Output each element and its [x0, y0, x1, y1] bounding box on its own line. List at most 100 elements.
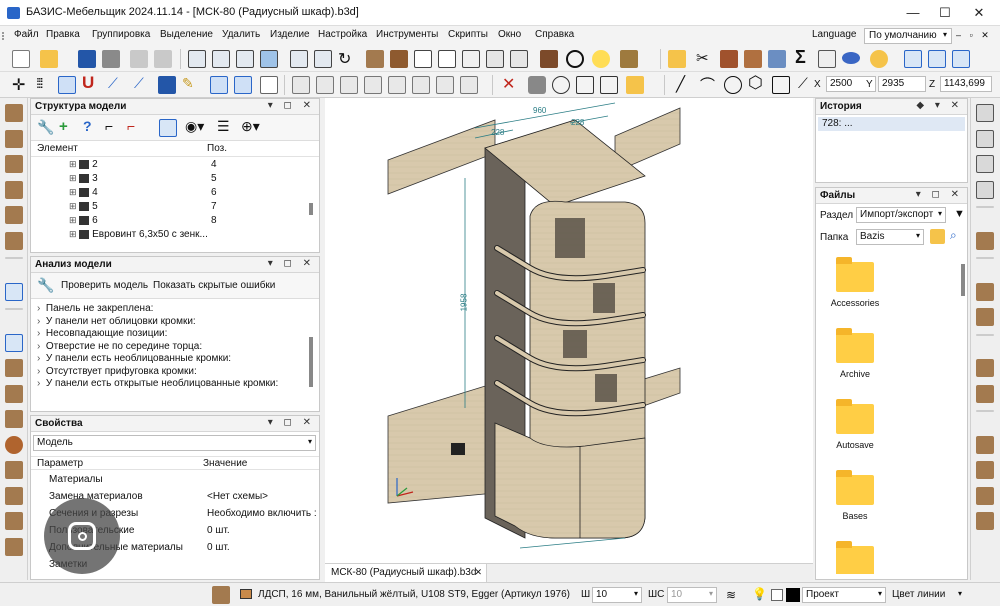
panel-array-icon[interactable] — [976, 486, 994, 505]
tree-item[interactable]: ⊞ 5 — [69, 201, 98, 212]
light-bulb-icon[interactable]: 💡 — [752, 587, 767, 601]
door-icon[interactable] — [5, 512, 23, 530]
link-icon[interactable]: ⌐ — [105, 118, 113, 134]
folder-select[interactable]: Bazis ▾ — [856, 229, 924, 245]
panel-controls[interactable]: ▾ ◻ ✕ — [268, 258, 315, 269]
trim-icon[interactable]: ✕ — [502, 74, 515, 94]
maximize-button[interactable]: ☐ — [930, 4, 960, 22]
add-icon[interactable]: + — [59, 118, 68, 135]
solid-render-icon[interactable] — [366, 50, 384, 68]
align-right-icon[interactable] — [316, 76, 334, 94]
sum-icon[interactable]: Σ — [795, 47, 806, 68]
pyramid-icon[interactable] — [5, 461, 23, 479]
view-front-icon[interactable] — [188, 50, 206, 68]
crosshair-icon[interactable]: ✛ — [12, 75, 25, 95]
expand-icon[interactable]: ⊞ — [69, 159, 77, 169]
align-left-icon[interactable] — [292, 76, 310, 94]
tree-item[interactable]: ⊞ 4 — [69, 187, 98, 198]
align-icon[interactable] — [5, 282, 23, 301]
bend-icon[interactable] — [5, 384, 23, 403]
transparent-icon[interactable] — [510, 50, 528, 68]
box-view-icon[interactable] — [462, 50, 480, 68]
analysis-item[interactable]: › У панели есть необлицованные кромки: — [37, 353, 231, 364]
property-value[interactable]: <Нет схемы> — [207, 491, 268, 502]
menu-select[interactable]: Выделение — [160, 29, 213, 40]
rectangle-tool-icon[interactable] — [772, 76, 790, 94]
checkbox[interactable] — [771, 589, 783, 601]
eye-icon[interactable] — [842, 52, 860, 64]
align-top-icon[interactable] — [340, 76, 358, 94]
check-model-button[interactable]: Проверить модель — [61, 280, 148, 291]
history-item[interactable]: 728: ... — [818, 117, 965, 131]
shc-select[interactable]: 10 ▾ — [667, 587, 717, 603]
menu-file[interactable]: Файл — [14, 29, 39, 40]
unlink-icon[interactable]: ⌐ — [127, 118, 135, 134]
panel-vertical-icon[interactable] — [744, 50, 762, 68]
rotate-view-icon[interactable]: ↻ — [338, 49, 351, 69]
goggles-icon[interactable] — [870, 50, 888, 68]
report-icon[interactable] — [976, 308, 994, 326]
analysis-item[interactable]: › Отсутствует прифуговка кромки: — [37, 366, 197, 377]
menu-language[interactable]: Language — [812, 29, 857, 40]
menu-window[interactable]: Окно — [498, 29, 521, 40]
extend-icon[interactable] — [528, 76, 546, 94]
distribute-icon[interactable] — [388, 76, 406, 94]
panel-front-icon[interactable] — [5, 104, 23, 122]
cut-panel-icon[interactable] — [5, 231, 23, 250]
property-value[interactable]: 0 шт. — [207, 525, 230, 536]
new-file-icon[interactable] — [12, 50, 30, 68]
rotate-left-icon[interactable] — [976, 359, 994, 377]
panel-horizontal-icon[interactable] — [5, 155, 23, 173]
expand-icon[interactable]: ⊞ — [69, 229, 77, 239]
tree-item[interactable]: ⊞ 6 — [69, 215, 98, 226]
panel-controls[interactable]: ▾ ◻ ✕ — [916, 189, 963, 200]
tab-close-icon[interactable]: ✕ — [474, 567, 482, 578]
section-select[interactable]: Импорт/экспорт ▾ — [856, 207, 946, 223]
calculator-icon[interactable] — [768, 50, 786, 68]
panel-controls[interactable]: ▾ ◻ ✕ — [268, 100, 315, 111]
close-button[interactable]: ✕ — [964, 4, 994, 22]
view-top-icon[interactable] — [290, 50, 308, 68]
folder-name[interactable]: Archive — [820, 369, 890, 379]
filter-icon[interactable]: ▼ — [954, 208, 965, 220]
column-element[interactable]: Элемент — [37, 143, 78, 154]
zoom-extents-icon[interactable] — [952, 50, 970, 68]
property-value[interactable]: Необходимо включить : — [207, 508, 317, 519]
analysis-item[interactable]: › У панели нет облицовки кромки: — [37, 316, 196, 327]
select-cursor-icon[interactable] — [210, 76, 228, 94]
align-bottom-icon[interactable] — [364, 76, 382, 94]
view-left-icon[interactable] — [236, 50, 254, 68]
find-icon[interactable] — [159, 119, 177, 137]
3d-viewport[interactable]: 960 228 228 1958 — [325, 98, 813, 563]
scissors-icon[interactable]: ✂ — [696, 49, 709, 67]
help-query-icon[interactable]: ? — [83, 118, 92, 134]
profile-icon[interactable] — [5, 333, 23, 352]
point-snap-icon[interactable]: ⟋ — [134, 75, 144, 92]
view-bottom-icon[interactable] — [314, 50, 332, 68]
line-snap-icon[interactable]: ⟋ — [108, 75, 118, 92]
print-icon[interactable] — [102, 50, 120, 68]
search-icon[interactable]: ⌕ — [950, 228, 957, 243]
hidden-lines-icon[interactable] — [438, 50, 456, 68]
visibility-icon[interactable]: ◉▾ — [185, 118, 204, 135]
folder-icon[interactable] — [836, 470, 874, 505]
wrench-icon[interactable]: 🔧 — [37, 277, 54, 294]
folder-icon[interactable] — [836, 399, 874, 434]
column-pos[interactable]: Поз. — [207, 143, 227, 154]
properties-object-select[interactable]: Модель ▾ — [33, 435, 316, 451]
textured-render-icon[interactable] — [390, 50, 408, 68]
project-select[interactable]: Проект ▾ — [802, 587, 886, 603]
panel-controls[interactable]: ◆ ▾ ✕ — [916, 100, 963, 111]
folder-icon[interactable] — [668, 50, 686, 68]
redo-icon[interactable] — [154, 50, 172, 68]
xml-export-icon[interactable] — [976, 155, 994, 173]
panel-mirror-icon[interactable] — [976, 461, 994, 479]
list-icon[interactable]: ☰ — [217, 118, 230, 135]
folder-icon[interactable] — [836, 328, 874, 363]
sh-select[interactable]: 10 ▾ — [592, 587, 642, 603]
mdi-controls[interactable]: – ▫ ✕ — [956, 30, 992, 41]
scrollbar-thumb[interactable] — [309, 337, 313, 387]
folder-name[interactable]: Autosave — [820, 440, 890, 450]
property-value[interactable]: 0 шт. — [207, 542, 230, 553]
table-icon[interactable] — [818, 50, 836, 68]
